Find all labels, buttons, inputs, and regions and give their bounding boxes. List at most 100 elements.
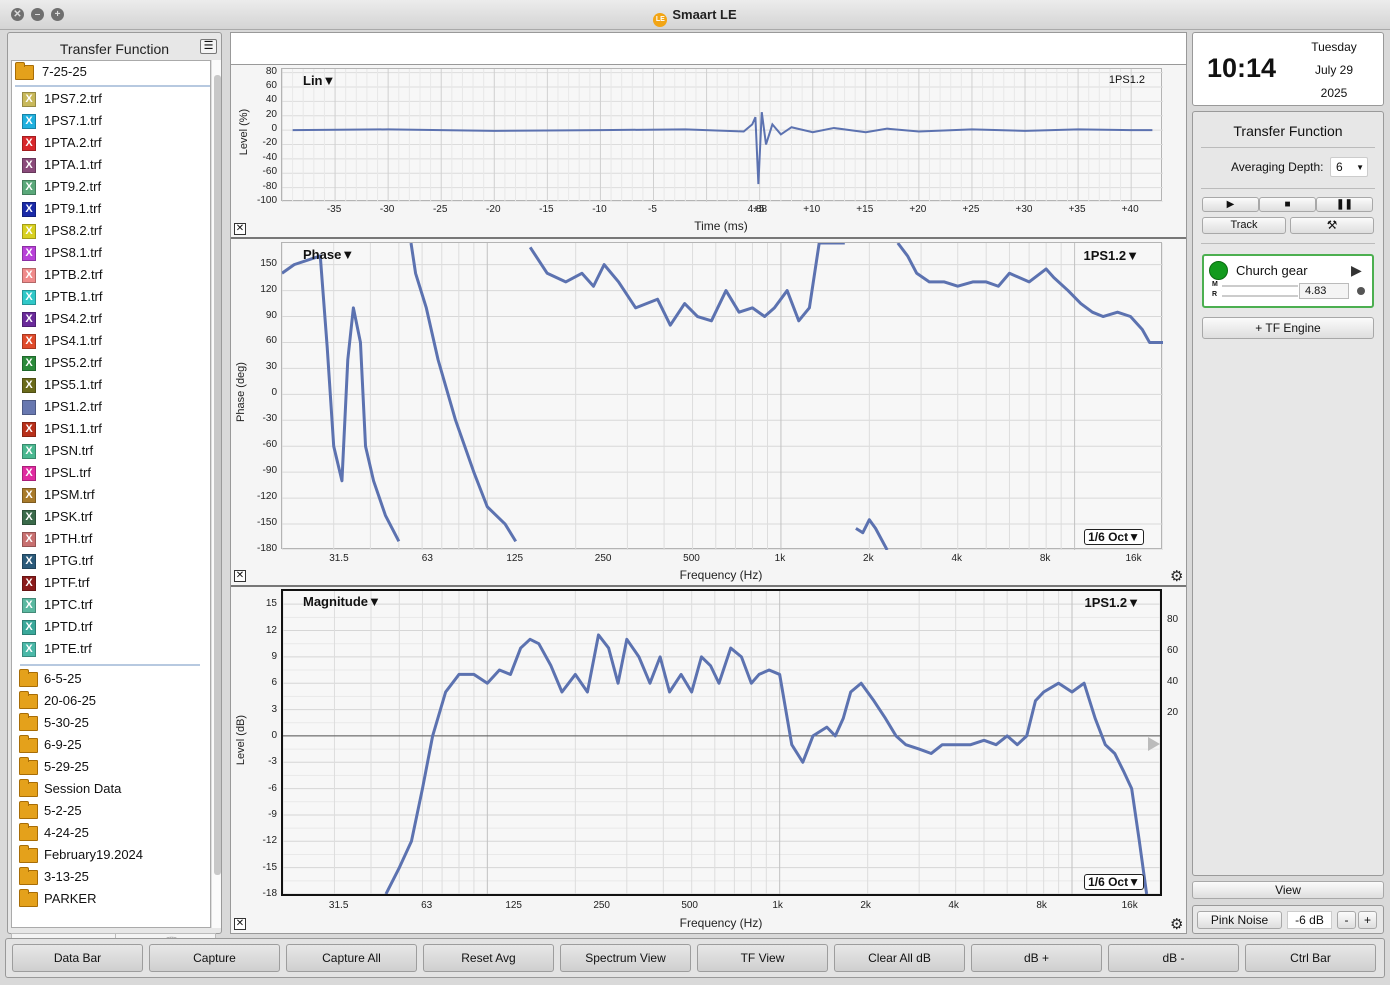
- command-button-db[interactable]: dB -: [1108, 944, 1239, 972]
- x-file-icon: X: [22, 114, 36, 129]
- tools-icon[interactable]: ⚒: [1290, 217, 1374, 234]
- command-button-data-bar[interactable]: Data Bar: [12, 944, 143, 972]
- noise-level-decrease-button[interactable]: -: [1337, 911, 1356, 929]
- file-item[interactable]: X 1PS5.2.trf: [12, 352, 210, 374]
- file-item[interactable]: X 1PS7.2.trf: [12, 88, 210, 110]
- x-file-icon: X: [22, 620, 36, 635]
- file-item[interactable]: X 1PTA.1.trf: [12, 154, 210, 176]
- file-item[interactable]: X 1PTE.trf: [12, 638, 210, 660]
- impulse-type-dropdown[interactable]: Lin▼: [303, 73, 335, 88]
- x-file-icon: X: [22, 268, 36, 283]
- scrollbar[interactable]: [211, 60, 221, 928]
- command-button-clear-all-db[interactable]: Clear All dB: [834, 944, 965, 972]
- file-item[interactable]: X 1PSM.trf: [12, 484, 210, 506]
- file-item[interactable]: X 1PT9.2.trf: [12, 176, 210, 198]
- file-item[interactable]: 1PS1.2.trf: [12, 396, 210, 418]
- magnitude-trace-label: 1PS1.2: [1084, 595, 1128, 610]
- file-item[interactable]: X 1PTB.1.trf: [12, 286, 210, 308]
- folder-item[interactable]: 5-29-25: [12, 756, 210, 778]
- folder-item[interactable]: 5-30-25: [12, 712, 210, 734]
- file-item[interactable]: X 1PTC.trf: [12, 594, 210, 616]
- command-button-ctrl-bar[interactable]: Ctrl Bar: [1245, 944, 1376, 972]
- file-item[interactable]: X 1PTA.2.trf: [12, 132, 210, 154]
- file-item[interactable]: X 1PS8.1.trf: [12, 242, 210, 264]
- close-plot-button[interactable]: ✕: [234, 918, 246, 930]
- x-tick-label: 1k: [774, 553, 786, 564]
- file-item[interactable]: X 1PTB.2.trf: [12, 264, 210, 286]
- command-button-spectrum-view[interactable]: Spectrum View: [560, 944, 691, 972]
- impulse-plot-area[interactable]: Lin▼ 1PS1.2: [281, 68, 1163, 202]
- y-tick-label: 9: [271, 650, 277, 662]
- command-button-tf-view[interactable]: TF View: [697, 944, 828, 972]
- file-item[interactable]: X 1PSN.trf: [12, 440, 210, 462]
- stop-button[interactable]: ■: [1259, 197, 1316, 212]
- noise-level-increase-button[interactable]: +: [1358, 911, 1377, 929]
- file-item[interactable]: X 1PTD.trf: [12, 616, 210, 638]
- current-folder[interactable]: 7-25-25: [12, 61, 210, 83]
- phase-type-dropdown[interactable]: Phase▼: [303, 247, 354, 262]
- magnitude-smoothing-dropdown[interactable]: 1/6 Oct▼: [1084, 874, 1144, 890]
- pink-noise-button[interactable]: Pink Noise: [1197, 911, 1282, 929]
- pause-button[interactable]: ❚❚: [1316, 197, 1373, 212]
- command-button-capture[interactable]: Capture: [149, 944, 280, 972]
- play-icon[interactable]: ▶: [1351, 262, 1362, 279]
- noise-level-field[interactable]: -6 dB: [1287, 911, 1332, 929]
- file-item[interactable]: X 1PSK.trf: [12, 506, 210, 528]
- record-icon[interactable]: [1357, 287, 1365, 295]
- phase-smoothing-dropdown[interactable]: 1/6 Oct▼: [1084, 529, 1144, 545]
- phase-pane: Phase▼ 1PS1.2▼ 1/6 Oct▼ 150 120 90 60 30 0 -30…: [231, 241, 1186, 587]
- phase-trace-dropdown[interactable]: 1PS1.2▼: [1083, 248, 1139, 263]
- file-item[interactable]: X 1PTH.trf: [12, 528, 210, 550]
- control-panel-title: Transfer Function: [1233, 123, 1343, 139]
- file-item[interactable]: X 1PS1.1.trf: [12, 418, 210, 440]
- file-item[interactable]: X 1PS4.2.trf: [12, 308, 210, 330]
- file-item[interactable]: X 1PS8.2.trf: [12, 220, 210, 242]
- file-item[interactable]: X 1PT9.1.trf: [12, 198, 210, 220]
- level-offset-handle[interactable]: [1148, 737, 1160, 751]
- averaging-select[interactable]: 6 ▼: [1330, 157, 1368, 177]
- y-tick-label: 30: [265, 361, 277, 373]
- file-item[interactable]: X 1PTF.trf: [12, 572, 210, 594]
- add-tf-engine-button[interactable]: + TF Engine: [1202, 317, 1374, 339]
- engine-status-icon[interactable]: [1209, 261, 1228, 280]
- folder-item[interactable]: 6-5-25: [12, 668, 210, 690]
- folder-item[interactable]: 3-13-25: [12, 866, 210, 888]
- delay-field[interactable]: 4.83: [1299, 283, 1349, 299]
- track-button[interactable]: Track: [1202, 217, 1286, 234]
- folder-item[interactable]: 6-9-25: [12, 734, 210, 756]
- panel-menu-button[interactable]: ☰: [200, 39, 217, 54]
- command-button-capture-all[interactable]: Capture All: [286, 944, 417, 972]
- folder-item[interactable]: Session Data: [12, 778, 210, 800]
- close-plot-button[interactable]: ✕: [234, 223, 246, 235]
- scrollbar-thumb[interactable]: [214, 75, 221, 875]
- y-tick-label: 20: [265, 108, 277, 120]
- play-button[interactable]: ▶: [1202, 197, 1259, 212]
- file-item[interactable]: X 1PS5.1.trf: [12, 374, 210, 396]
- magnitude-type-dropdown[interactable]: Magnitude▼: [303, 594, 381, 609]
- file-item[interactable]: X 1PS7.1.trf: [12, 110, 210, 132]
- phase-plot-area[interactable]: Phase▼ 1PS1.2▼ 1/6 Oct▼: [281, 242, 1163, 550]
- magnitude-plot-area[interactable]: Magnitude▼ 1PS1.2▼ 1/6 Oct▼: [281, 589, 1162, 896]
- file-item[interactable]: X 1PS4.1.trf: [12, 330, 210, 352]
- close-plot-button[interactable]: ✕: [234, 570, 246, 582]
- magnitude-trace-dropdown[interactable]: 1PS1.2▼: [1084, 595, 1140, 610]
- gear-icon[interactable]: ⚙: [1170, 915, 1183, 933]
- command-button-db[interactable]: dB +: [971, 944, 1102, 972]
- meter-m-label: M: [1212, 281, 1218, 288]
- folder-item[interactable]: 20-06-25: [12, 690, 210, 712]
- impulse-x-axis-label: Time (ms): [694, 219, 748, 233]
- tf-engine-card[interactable]: Church gear ▶ M R 4.83: [1202, 254, 1374, 308]
- command-button-reset-avg[interactable]: Reset Avg: [423, 944, 554, 972]
- view-button[interactable]: View: [1192, 881, 1384, 899]
- gear-icon[interactable]: ⚙: [1170, 567, 1183, 585]
- signal-generator-bar: Pink Noise -6 dB - +: [1192, 905, 1384, 934]
- panel-title: Transfer Function: [59, 41, 170, 57]
- folder-item[interactable]: 5-2-25: [12, 800, 210, 822]
- magnitude-chart: [283, 591, 1160, 894]
- file-item[interactable]: X 1PTG.trf: [12, 550, 210, 572]
- folder-item[interactable]: 4-24-25: [12, 822, 210, 844]
- folder-item[interactable]: PARKER: [12, 888, 210, 910]
- file-name: 1PTE.trf: [44, 641, 92, 656]
- folder-item[interactable]: February19.2024: [12, 844, 210, 866]
- file-item[interactable]: X 1PSL.trf: [12, 462, 210, 484]
